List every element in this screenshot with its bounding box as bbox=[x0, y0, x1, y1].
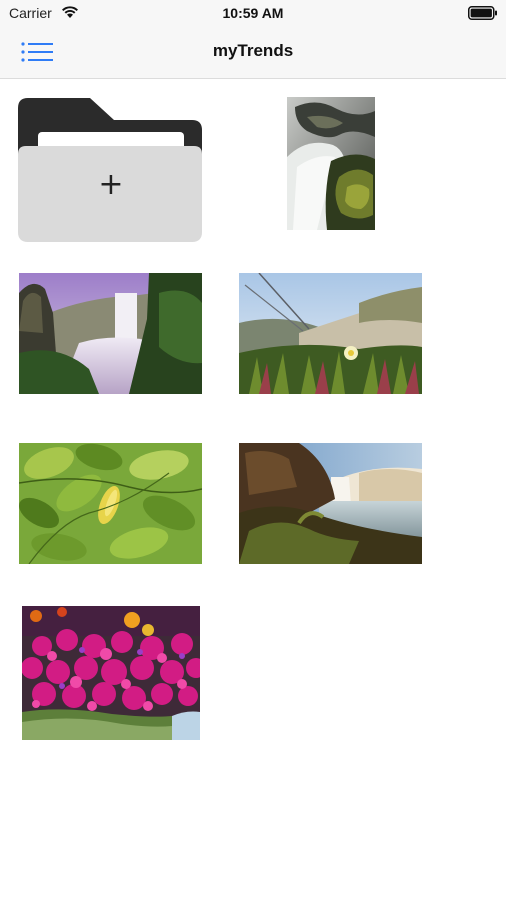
clock-time: 10:59 AM bbox=[222, 5, 284, 21]
battery-icon bbox=[468, 6, 498, 25]
navigation-bar: myTrends bbox=[0, 26, 506, 79]
photo-thumbnail-1[interactable] bbox=[287, 97, 375, 230]
photo-thumbnail-5[interactable] bbox=[239, 443, 422, 564]
photo-thumbnail-2[interactable] bbox=[19, 273, 202, 394]
photo-thumbnail-6[interactable] bbox=[22, 606, 200, 740]
status-bar: Carrier 10:59 AM bbox=[0, 0, 506, 26]
photo-thumbnail-3[interactable] bbox=[239, 273, 422, 394]
page-title: myTrends bbox=[212, 41, 294, 60]
plus-icon: + bbox=[98, 167, 124, 202]
add-folder-button[interactable]: + bbox=[18, 96, 204, 244]
photo-thumbnail-4[interactable] bbox=[19, 443, 202, 564]
